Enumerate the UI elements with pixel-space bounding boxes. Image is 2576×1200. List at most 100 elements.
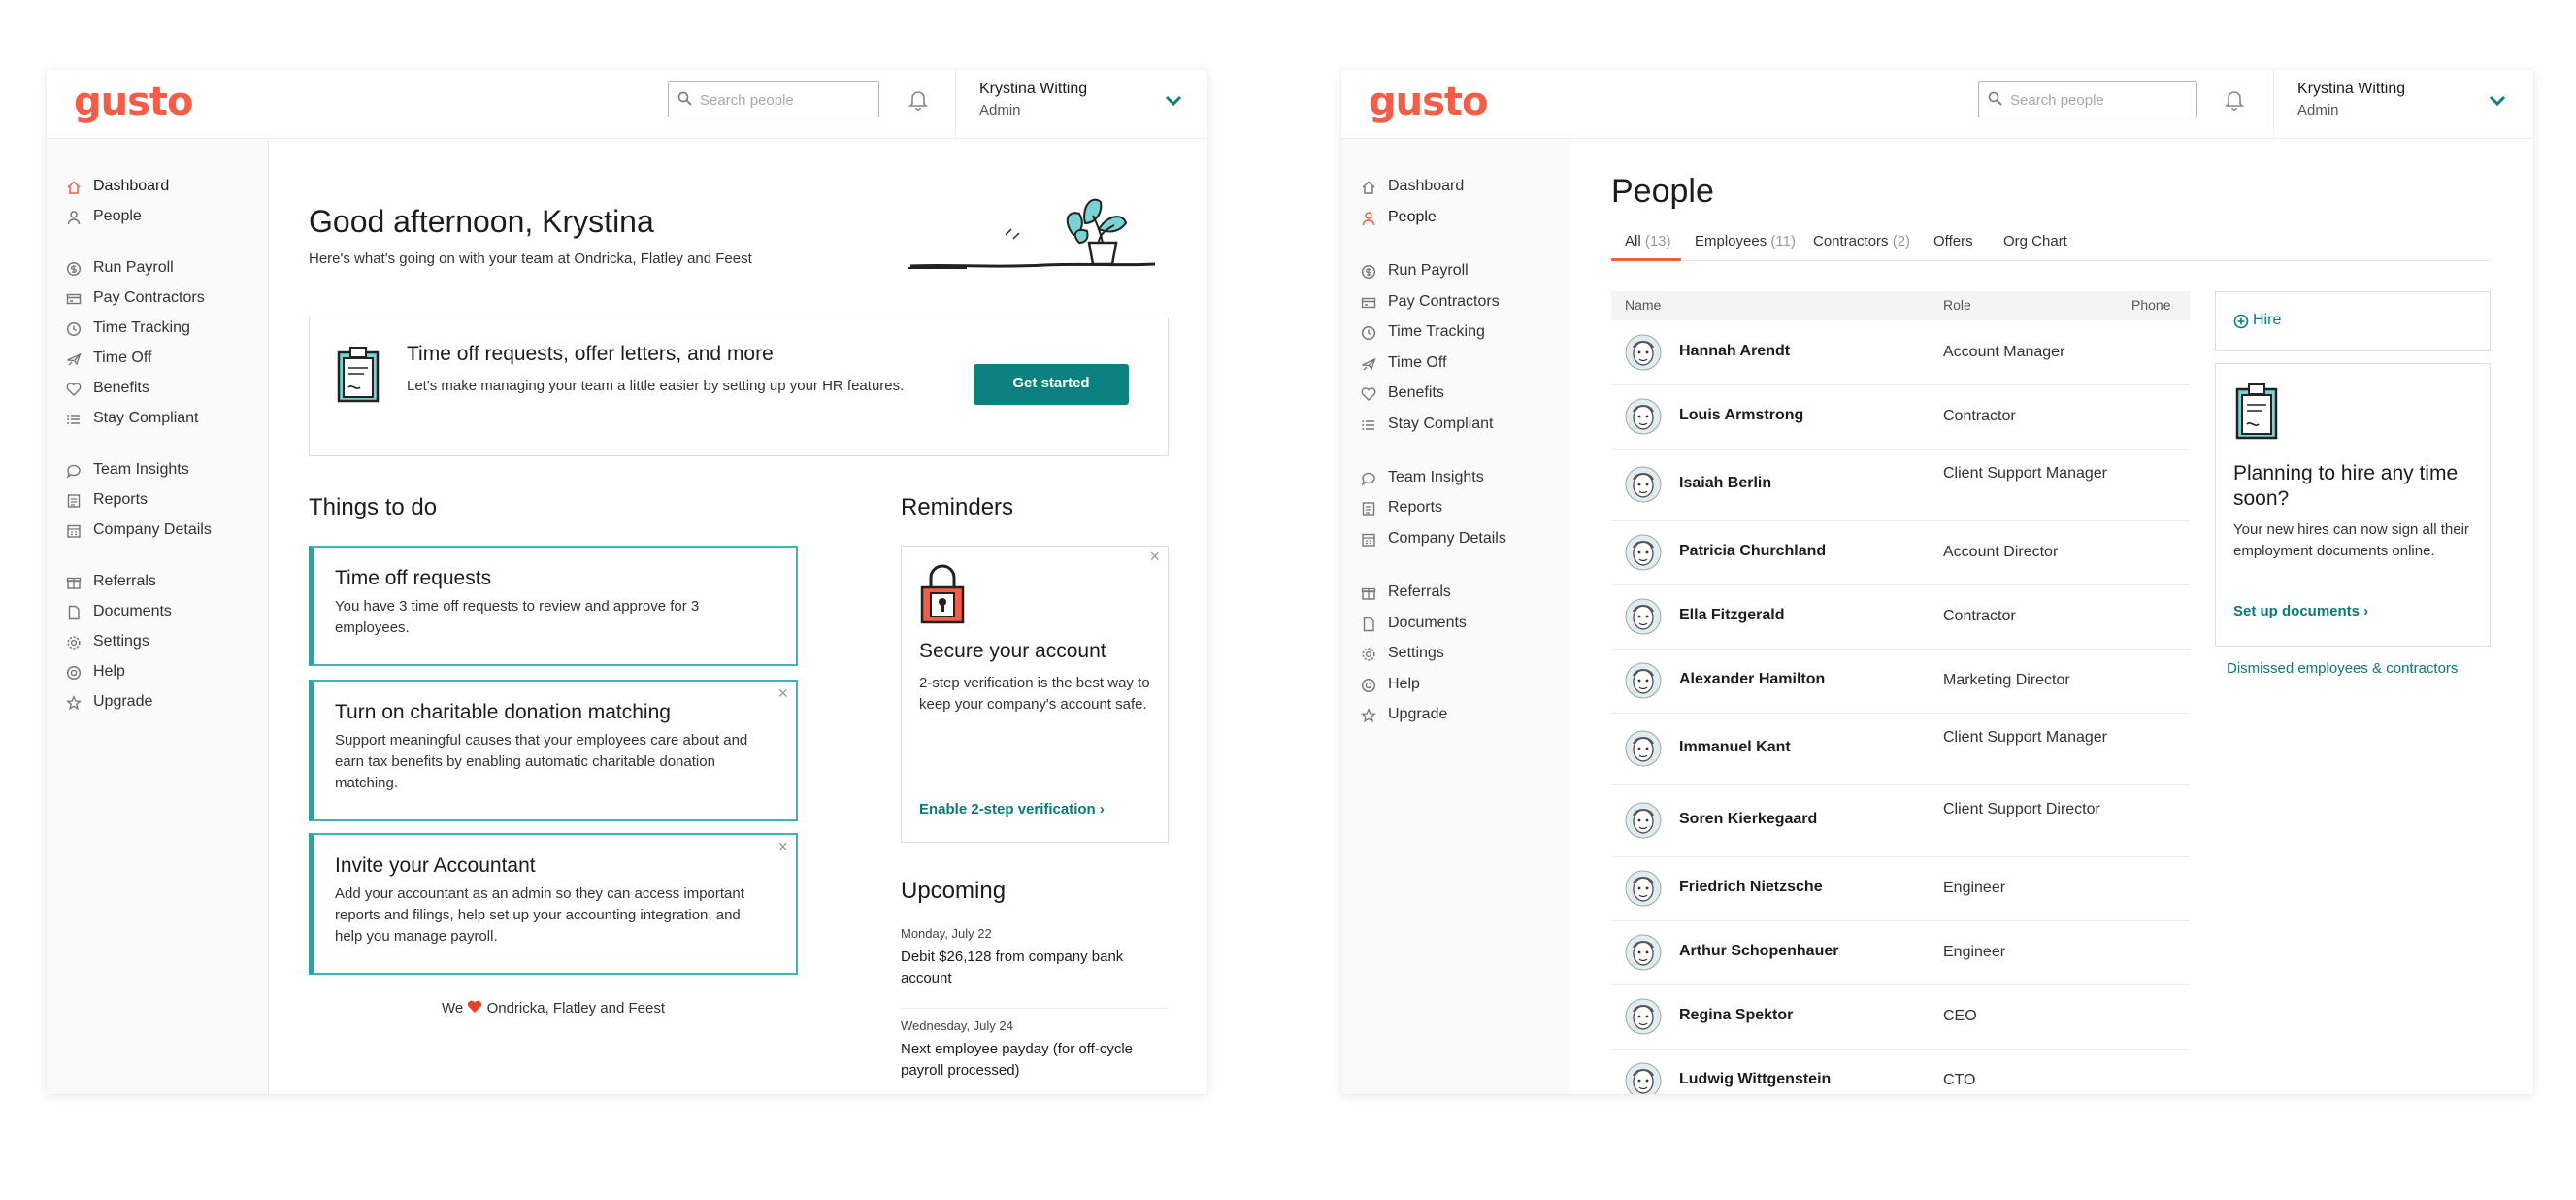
hire-link[interactable]: Hire — [2253, 312, 2281, 329]
dollar-icon — [1361, 264, 1376, 280]
person-name[interactable]: Alexander Hamilton — [1679, 671, 1825, 688]
sidebar-item-label: Upgrade — [93, 693, 153, 710]
todo-title: Invite your Accountant — [335, 854, 536, 877]
upcoming-divider — [901, 1008, 1169, 1009]
person-name[interactable]: Ludwig Wittgenstein — [1679, 1071, 1831, 1088]
table-row[interactable]: Immanuel Kant Client Support Manager — [1611, 713, 2190, 785]
table-row[interactable]: Louis Armstrong Contractor — [1611, 384, 2190, 450]
table-row[interactable]: Soren Kierkegaard Client Support Director — [1611, 784, 2190, 857]
avatar — [1625, 398, 1662, 435]
person-name[interactable]: Isaiah Berlin — [1679, 475, 1771, 492]
person-name[interactable]: Friedrich Nietzsche — [1679, 879, 1823, 896]
footer-prefix: We — [442, 1000, 464, 1017]
close-icon[interactable]: × — [1149, 547, 1160, 567]
gusto-logo[interactable]: gusto — [1369, 80, 1489, 124]
card-icon — [1361, 297, 1376, 309]
table-row[interactable]: Patricia Churchland Account Director — [1611, 520, 2190, 585]
clock-icon — [1361, 325, 1376, 341]
person-name[interactable]: Arthur Schopenhauer — [1679, 943, 1838, 960]
user-role: Admin — [979, 102, 1021, 118]
upcoming-text: Debit $26,128 from company bank account — [901, 949, 1124, 986]
column-phone[interactable]: Phone — [2131, 297, 2170, 313]
close-icon[interactable]: × — [777, 837, 788, 857]
table-row[interactable]: Friedrich Nietzsche Engineer — [1611, 856, 2190, 921]
top-bar: gusto Krystina Witting Admin — [1341, 70, 2533, 139]
todo-invite-accountant[interactable]: × Invite your Accountant Add your accoun… — [309, 833, 798, 975]
table-row[interactable]: Ludwig Wittgenstein CTO — [1611, 1049, 2190, 1094]
tab-org-chart[interactable]: Org Chart — [2003, 233, 2067, 250]
sidebar-item-label: Settings — [93, 633, 149, 650]
reminder-card: × Secure your account 2-step verificatio… — [901, 546, 1169, 843]
sidebar-item-label: Time Tracking — [1388, 323, 1485, 340]
table-row[interactable]: Isaiah Berlin Client Support Manager — [1611, 449, 2190, 521]
todo-title: Time off requests — [335, 567, 492, 589]
clock-icon — [66, 321, 82, 337]
todo-title: Turn on charitable donation matching — [335, 701, 671, 723]
person-name[interactable]: Immanuel Kant — [1679, 739, 1791, 756]
tab-offers[interactable]: Offers — [1933, 233, 1973, 250]
person-name[interactable]: Regina Spektor — [1679, 1007, 1793, 1024]
tab-label: All — [1625, 233, 1641, 250]
sidebar-item-label: Team Insights — [93, 461, 189, 478]
column-name[interactable]: Name — [1625, 297, 1661, 313]
clipboard-icon — [2235, 383, 2278, 440]
close-icon[interactable]: × — [777, 683, 788, 704]
upcoming-text: Next employee payday (for off-cycle payr… — [901, 1041, 1133, 1079]
person-role: Marketing Director — [1943, 672, 2070, 688]
search-box[interactable] — [668, 81, 879, 118]
search-box[interactable] — [1978, 81, 2197, 118]
table-row[interactable]: Regina Spektor CEO — [1611, 984, 2190, 1050]
avatar — [1625, 598, 1662, 635]
greeting-heading: Good afternoon, Krystina — [309, 204, 654, 239]
todo-donation-matching[interactable]: × Turn on charitable donation matching S… — [309, 680, 798, 821]
user-role: Admin — [2297, 102, 2339, 118]
person-name[interactable]: Louis Armstrong — [1679, 407, 1803, 424]
hr-card-title: Time off requests, offer letters, and mo… — [407, 343, 774, 365]
todo-time-off-requests[interactable]: Time off requests You have 3 time off re… — [309, 546, 798, 666]
hr-features-card: Time off requests, offer letters, and mo… — [309, 317, 1169, 456]
gift-icon — [66, 577, 82, 589]
sidebar-item-label: Dashboard — [93, 178, 170, 194]
chevron-down-icon[interactable] — [1164, 94, 1183, 108]
document-icon — [68, 605, 80, 620]
get-started-button[interactable]: Get started — [974, 364, 1129, 405]
user-menu[interactable]: Krystina Witting Admin — [2273, 70, 2533, 138]
search-input[interactable] — [2008, 82, 2187, 118]
person-name[interactable]: Patricia Churchland — [1679, 543, 1826, 560]
star-icon — [66, 695, 82, 711]
chevron-down-icon[interactable] — [2488, 94, 2507, 108]
sidebar-item-label: Benefits — [1388, 384, 1444, 401]
tab-label: Contractors — [1813, 233, 1889, 250]
set-up-documents-link[interactable]: Set up documents › — [2233, 603, 2368, 619]
person-name[interactable]: Soren Kierkegaard — [1679, 811, 1817, 828]
sidebar-item-label: Documents — [1388, 615, 1467, 631]
dismissed-employees-link[interactable]: Dismissed employees & contractors — [2227, 660, 2458, 677]
table-row[interactable]: Alexander Hamilton Marketing Director — [1611, 649, 2190, 714]
person-name[interactable]: Ella Fitzgerald — [1679, 607, 1784, 624]
gusto-logo[interactable]: gusto — [74, 80, 194, 124]
reminder-title: Secure your account — [919, 640, 1106, 662]
home-icon — [67, 181, 81, 194]
column-role[interactable]: Role — [1943, 297, 1971, 313]
notification-bell-icon[interactable] — [2223, 87, 2246, 111]
notification-bell-icon[interactable] — [907, 87, 930, 111]
user-menu[interactable]: Krystina Witting Admin — [955, 70, 1207, 138]
search-input[interactable] — [698, 82, 876, 118]
table-row[interactable]: Ella Fitzgerald Contractor — [1611, 584, 2190, 650]
plus-circle-icon — [2233, 314, 2249, 329]
tab-contractors[interactable]: Contractors (2) — [1813, 233, 1910, 250]
sidebar-item-label: Company Details — [1388, 530, 1506, 547]
avatar — [1625, 934, 1662, 971]
enable-2-step-link[interactable]: Enable 2-step verification › — [919, 801, 1105, 817]
hire-card[interactable]: Hire — [2215, 291, 2491, 351]
tab-employees[interactable]: Employees (11) — [1695, 233, 1796, 250]
things-to-do-heading: Things to do — [309, 494, 438, 520]
table-row[interactable]: Hannah Arendt Account Manager — [1611, 320, 2190, 385]
tab-all[interactable]: All (13) — [1625, 233, 1671, 250]
sidebar-item-label: Referrals — [1388, 583, 1451, 600]
person-name[interactable]: Hannah Arendt — [1679, 343, 1790, 360]
todo-description: Support meaningful causes that your empl… — [335, 732, 748, 791]
tab-count: (13) — [1644, 233, 1671, 250]
chat-icon — [66, 464, 81, 479]
table-row[interactable]: Arthur Schopenhauer Engineer — [1611, 920, 2190, 985]
